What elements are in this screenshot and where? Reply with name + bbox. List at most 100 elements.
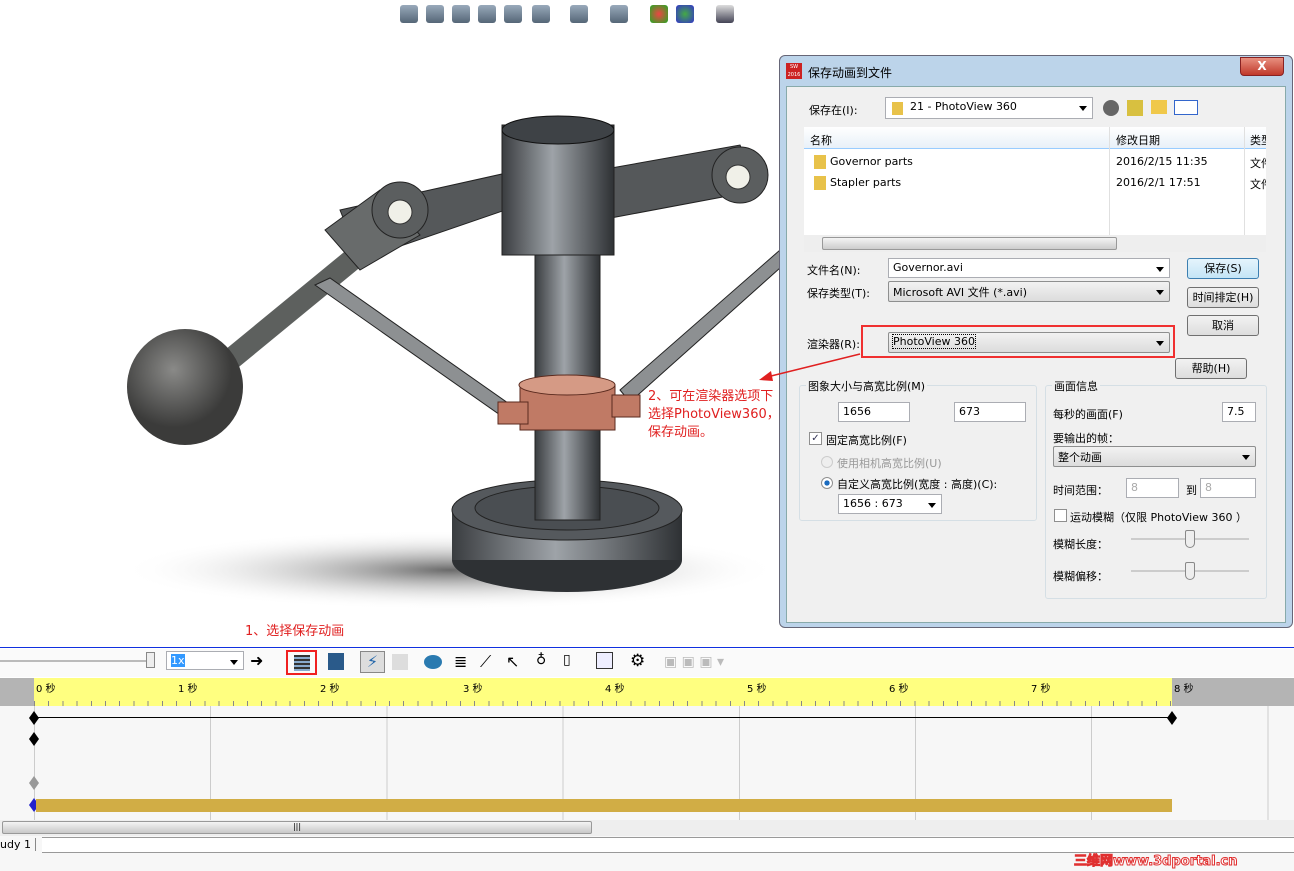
save-animation-dialog: SW 2016 保存动画到文件 X 保存在(I): 21 - PhotoView… xyxy=(779,55,1293,628)
up-folder-icon[interactable] xyxy=(1127,100,1143,116)
motor-icon[interactable] xyxy=(424,655,442,669)
motion-blur-checkbox[interactable] xyxy=(1054,509,1067,522)
annotation-step1: 1、选择保存动画 xyxy=(245,624,345,639)
timeline-ruler[interactable]: 0 秒 1 秒 2 秒 3 秒 4 秒 5 秒 6 秒 7 秒 8 秒 xyxy=(0,678,1294,706)
file-type: 文件夹 xyxy=(1250,157,1266,170)
file-row[interactable]: Governor parts 2016/2/15 11:35 文件夹 xyxy=(804,152,1266,172)
force-icon[interactable]: ↖ xyxy=(506,652,519,671)
dialog-title: 保存动画到文件 xyxy=(808,66,893,80)
tick-label: 1 秒 xyxy=(178,684,198,695)
help-button[interactable]: 帮助(H) xyxy=(1175,358,1247,379)
display-style-icon[interactable] xyxy=(570,5,588,23)
folder-icon xyxy=(814,155,826,169)
file-date: 2016/2/1 17:51 xyxy=(1116,176,1201,189)
governor-ball xyxy=(127,329,243,445)
filename-input[interactable]: Governor.avi xyxy=(888,258,1170,278)
dynamic-annotation-icon[interactable] xyxy=(504,5,522,23)
keyframe[interactable] xyxy=(29,776,39,790)
file-row[interactable]: Stapler parts 2016/2/1 17:51 文件夹 xyxy=(804,173,1266,193)
new-folder-icon[interactable] xyxy=(1151,100,1167,114)
use-camera-radio[interactable] xyxy=(821,456,833,468)
edit-appearance-icon[interactable] xyxy=(650,5,668,23)
scrollbar-thumb[interactable] xyxy=(822,237,1117,250)
view-settings-icon[interactable] xyxy=(716,5,734,23)
timeline-area[interactable] xyxy=(0,706,1294,820)
file-date: 2016/2/15 11:35 xyxy=(1116,155,1208,168)
annotation-arrow xyxy=(759,353,861,381)
custom-aspect-select[interactable]: 1656 : 673 xyxy=(838,494,942,514)
slider-thumb[interactable] xyxy=(1185,530,1195,548)
settings-gear-icon[interactable]: ⚙ xyxy=(630,651,645,671)
tick-label: 2 秒 xyxy=(320,684,340,695)
animation-wizard-icon[interactable] xyxy=(328,653,344,670)
column-type[interactable]: 类型 xyxy=(1250,132,1266,148)
section-view-icon[interactable] xyxy=(478,5,496,23)
file-list: 名称 修改日期 类型 Governor parts 2016/2/15 11:3… xyxy=(804,127,1266,252)
results-plot-icon[interactable] xyxy=(596,652,613,669)
view-orientation-icon[interactable] xyxy=(532,5,550,23)
blur-length-label: 模糊长度： xyxy=(1053,538,1108,551)
view-menu-icon[interactable] xyxy=(1174,100,1198,115)
height-input[interactable]: 673 xyxy=(954,402,1026,422)
time-from-spinner[interactable]: 8 xyxy=(1126,478,1179,498)
slider-thumb[interactable] xyxy=(146,652,155,668)
previous-view-icon[interactable] xyxy=(452,5,470,23)
hide-show-icon[interactable] xyxy=(610,5,628,23)
slider-thumb[interactable] xyxy=(1185,562,1195,580)
save-animation-button[interactable] xyxy=(286,650,317,675)
tab-study-1[interactable]: udy 1 xyxy=(0,838,36,851)
tick-label: 4 秒 xyxy=(605,684,625,695)
autokey-icon[interactable]: ⚡ xyxy=(360,651,385,673)
time-range-label: 时间范围： xyxy=(1053,484,1108,497)
scrollbar-thumb[interactable]: ||| xyxy=(2,821,592,834)
fps-input[interactable]: 7.5 xyxy=(1222,402,1256,422)
time-to-spinner[interactable]: 8 xyxy=(1200,478,1256,498)
zoom-to-fit-icon[interactable] xyxy=(400,5,418,23)
fixed-aspect-label: 固定高宽比例(F) xyxy=(826,434,907,447)
fixed-aspect-checkbox[interactable]: ✓ xyxy=(809,432,822,445)
blur-offset-slider[interactable] xyxy=(1131,562,1249,580)
custom-aspect-radio[interactable] xyxy=(821,477,833,489)
keyframe[interactable] xyxy=(1167,711,1177,725)
frames-select[interactable]: 整个动画 xyxy=(1053,446,1256,467)
blur-length-slider[interactable] xyxy=(1131,530,1249,548)
file-name: Stapler parts xyxy=(830,176,902,189)
spring-icon[interactable]: ≣ xyxy=(454,652,467,671)
playback-speed-select[interactable]: 1x xyxy=(166,651,244,670)
time-slider[interactable] xyxy=(0,660,150,662)
playback-mode-icon[interactable]: ➜ xyxy=(250,651,263,670)
save-button[interactable]: 保存(S) xyxy=(1187,258,1259,279)
filename-label: 文件名(N): xyxy=(807,264,861,277)
column-date[interactable]: 修改日期 xyxy=(1116,132,1160,148)
film-save-icon xyxy=(294,655,310,671)
damper-icon[interactable]: ⟋ xyxy=(480,652,491,672)
study-icons: ▣ ▣ ▣ ▾ xyxy=(664,654,725,670)
filetype-select[interactable]: Microsoft AVI 文件 (*.avi) xyxy=(888,281,1170,302)
add-key-icon xyxy=(392,654,408,670)
animation-bar[interactable] xyxy=(36,799,1172,812)
motion-blur-label: 运动模糊（仅限 PhotoView 360 ） xyxy=(1070,511,1247,524)
close-button[interactable]: X xyxy=(1240,57,1284,76)
gravity-icon[interactable]: ▯ xyxy=(563,652,571,668)
tick-label: 7 秒 xyxy=(1031,684,1051,695)
folder-icon xyxy=(892,102,903,115)
keyframe[interactable] xyxy=(29,711,39,725)
watermark: 三维网www.3dportal.cn xyxy=(1073,854,1238,870)
save-in-combo[interactable]: 21 - PhotoView 360 xyxy=(885,97,1093,119)
column-name[interactable]: 名称 xyxy=(810,132,832,148)
renderer-select[interactable]: PhotoView 360 xyxy=(888,332,1170,353)
cancel-button[interactable]: 取消 xyxy=(1187,315,1259,336)
zoom-area-icon[interactable] xyxy=(426,5,444,23)
governor-model-viewport[interactable] xyxy=(0,30,780,645)
horizontal-scrollbar[interactable] xyxy=(804,235,1266,252)
fps-label: 每秒的画面(F) xyxy=(1053,408,1123,421)
back-icon[interactable] xyxy=(1103,100,1119,116)
apply-scene-icon[interactable] xyxy=(676,5,694,23)
app-logo-icon: SW 2016 xyxy=(786,63,802,79)
contact-icon[interactable]: ♁ xyxy=(536,652,546,668)
tick-label: 0 秒 xyxy=(36,684,56,695)
width-input[interactable]: 1656 xyxy=(838,402,910,422)
keyframe[interactable] xyxy=(29,732,39,746)
timeline-scrollbar[interactable]: ||| xyxy=(0,820,1294,836)
schedule-button[interactable]: 时间排定(H) xyxy=(1187,287,1259,308)
